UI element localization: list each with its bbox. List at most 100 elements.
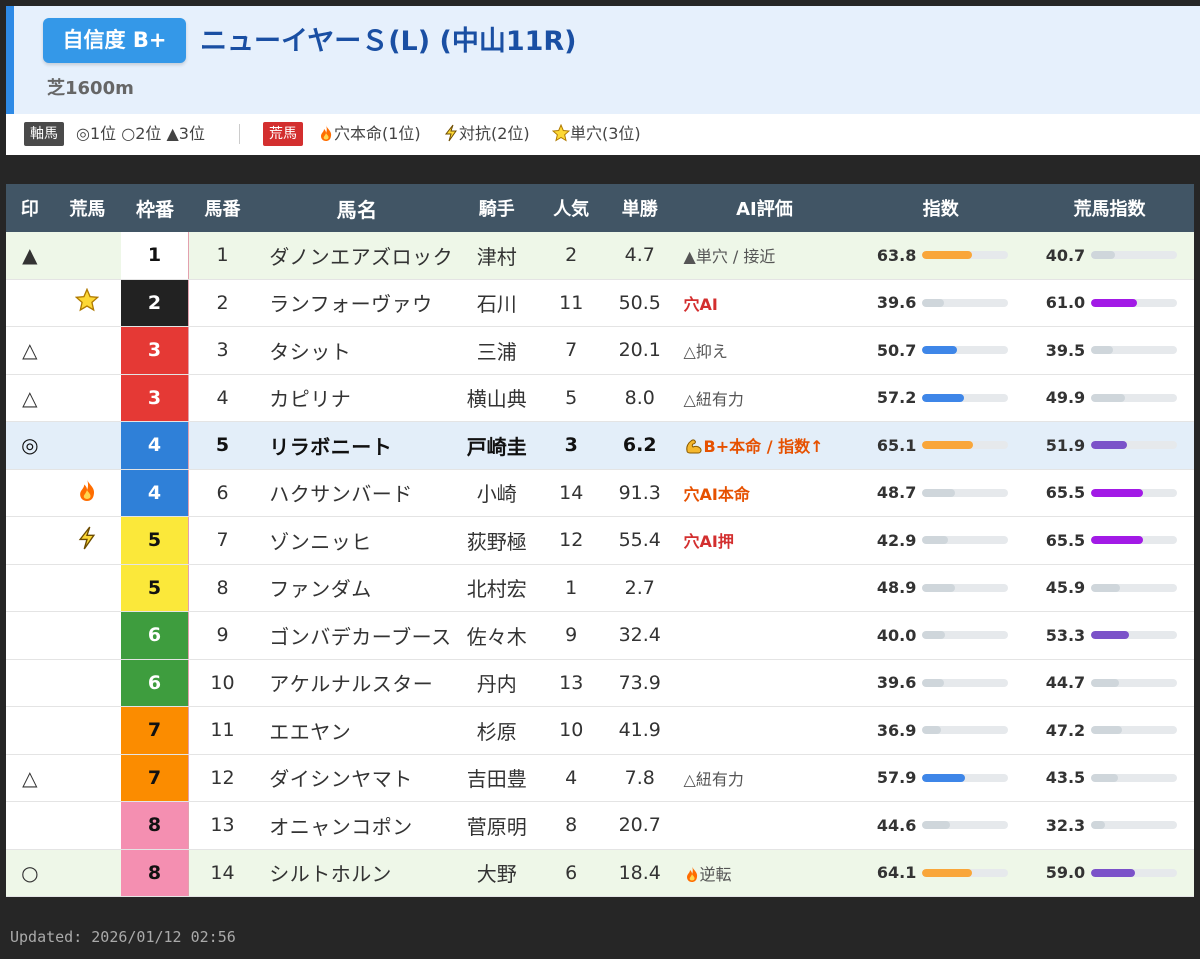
waku-number: 4 xyxy=(121,469,189,516)
ara-index-cell: 49.9 xyxy=(1025,388,1194,407)
index-value: 64.1 xyxy=(876,863,917,883)
horse-name: ハクサンバード xyxy=(269,482,413,507)
popularity: 3 xyxy=(564,434,578,457)
table-row: △ 3 4 カピリナ 横山典 5 8.0 △紐有力 57.2 49.9 xyxy=(6,374,1194,422)
horse-number: 4 xyxy=(216,386,229,409)
index-bar-fill xyxy=(922,346,957,355)
index-bar-fill xyxy=(922,868,973,877)
ara-index-bar-fill xyxy=(1091,726,1122,735)
star-icon xyxy=(552,124,570,142)
index-bar-fill xyxy=(922,393,965,402)
index-value: 57.9 xyxy=(876,768,917,788)
ara-mark-cell xyxy=(54,287,122,317)
table-row: △ 3 3 タシット 三浦 7 20.1 △抑え 50.7 39.5 xyxy=(6,327,1194,375)
table-header: 印 荒馬 枠番 馬番 馬名 騎手 人気 単勝 AI評価 指数 荒馬指数 xyxy=(6,184,1194,232)
index-bar xyxy=(922,631,1009,640)
horse-name: ランフォーヴァウ xyxy=(269,292,433,317)
index-cell: 48.7 xyxy=(856,483,1025,502)
index-value: 39.6 xyxy=(876,673,917,693)
table-row: 6 9 ゴンバデカーブース 佐々木 9 32.4 40.0 53.3 xyxy=(6,612,1194,660)
ara-index-cell: 44.7 xyxy=(1025,673,1194,692)
mark-cell: ▲ xyxy=(22,243,38,268)
fire-icon xyxy=(686,865,697,882)
horse-number: 13 xyxy=(210,814,235,837)
race-header: 自信度 B+ ニューイヤーＳ(L) (中山11R) 芝1600m xyxy=(6,6,1200,114)
ai-evaluation: 穴AI xyxy=(673,291,857,315)
ara-index-bar xyxy=(1091,868,1178,877)
index-bar-fill xyxy=(922,821,951,830)
jockey-name: 三浦 xyxy=(476,339,517,364)
index-cell: 50.7 xyxy=(856,341,1025,360)
index-bar xyxy=(922,868,1009,877)
ara-index-cell: 45.9 xyxy=(1025,578,1194,597)
jockey-name: 佐々木 xyxy=(466,624,527,649)
horse-name: オニャンコポン xyxy=(269,814,413,839)
ai-evaluation-label: 穴AI本命 xyxy=(683,484,750,504)
jockey-name: 石川 xyxy=(476,292,517,317)
ara-legend-1-label: 穴本命(1位) xyxy=(334,124,421,143)
popularity: 6 xyxy=(565,861,578,884)
popularity: 14 xyxy=(559,481,584,504)
ara-index-value: 47.2 xyxy=(1045,720,1086,740)
col-name: 馬名 xyxy=(336,197,378,222)
star-icon xyxy=(75,287,100,312)
waku-number: 3 xyxy=(121,374,189,421)
ai-evaluation-label: △紐有力 xyxy=(683,389,744,409)
ara-index-cell: 59.0 xyxy=(1025,863,1194,882)
horse-number: 1 xyxy=(216,244,229,267)
win-odds: 8.0 xyxy=(624,386,655,409)
jockey-name: 戸崎圭 xyxy=(466,434,527,459)
win-odds: 4.7 xyxy=(624,244,655,267)
ara-index-bar xyxy=(1091,298,1178,307)
ara-index-value: 61.0 xyxy=(1045,293,1086,313)
ara-index-bar-fill xyxy=(1091,488,1143,497)
ara-index-value: 53.3 xyxy=(1045,625,1086,645)
col-jockey: 騎手 xyxy=(478,199,515,220)
win-odds: 20.7 xyxy=(618,814,661,837)
table-row: ▲ 1 1 ダノンエアズロック 津村 2 4.7 ▲単穴 / 接近 63.8 40.7 xyxy=(6,232,1194,280)
ara-index-cell: 40.7 xyxy=(1025,246,1194,265)
col-waku: 枠番 xyxy=(135,198,174,221)
ara-index-cell: 53.3 xyxy=(1025,626,1194,645)
popularity: 13 xyxy=(559,671,584,694)
index-bar-fill xyxy=(922,298,945,307)
index-bar-fill xyxy=(922,583,955,592)
mark-cell: △ xyxy=(22,338,38,363)
index-cell: 65.1 xyxy=(856,436,1025,455)
index-value: 50.7 xyxy=(876,340,917,360)
ara-index-cell: 65.5 xyxy=(1025,531,1194,550)
popularity: 8 xyxy=(565,814,578,837)
win-odds: 18.4 xyxy=(618,861,661,884)
ara-index-value: 44.7 xyxy=(1045,673,1086,693)
win-odds: 2.7 xyxy=(624,576,655,599)
horse-number: 7 xyxy=(216,529,229,552)
ara-index-cell: 65.5 xyxy=(1025,483,1194,502)
horse-name: カピリナ xyxy=(269,387,352,412)
index-value: 40.0 xyxy=(876,625,917,645)
ara-index-value: 51.9 xyxy=(1045,435,1086,455)
ara-legend-2-label: 対抗(2位) xyxy=(459,124,530,143)
ai-evaluation: B+本命 / 指数↑ xyxy=(673,433,857,457)
ara-index-bar xyxy=(1091,441,1178,450)
index-cell: 63.8 xyxy=(856,246,1025,265)
table-row: 5 8 ファンダム 北村宏 1 2.7 48.9 45.9 xyxy=(6,564,1194,612)
win-odds: 32.4 xyxy=(618,624,661,647)
ara-index-bar xyxy=(1091,536,1178,545)
index-cell: 39.6 xyxy=(856,673,1025,692)
jockey-name: 津村 xyxy=(476,244,517,269)
horse-name: アケルナルスター xyxy=(269,672,434,697)
horse-number: 10 xyxy=(210,671,235,694)
jockey-name: 菅原明 xyxy=(466,814,527,839)
index-value: 39.6 xyxy=(876,293,917,313)
popularity: 10 xyxy=(559,719,584,742)
lightning-icon xyxy=(444,124,457,142)
legend-bar: 軸馬 ◎1位 ○2位 ▲3位 荒馬 穴本命(1位) 対抗(2位) 単穴(3位) xyxy=(6,114,1200,155)
index-value: 63.8 xyxy=(876,245,917,265)
ara-index-bar-fill xyxy=(1091,346,1114,355)
popularity: 7 xyxy=(565,339,578,362)
jockey-name: 北村宏 xyxy=(466,577,527,602)
legend-divider xyxy=(239,124,240,144)
index-cell: 57.9 xyxy=(856,768,1025,787)
col-mark: 印 xyxy=(20,199,39,220)
ara-index-bar xyxy=(1091,488,1178,497)
